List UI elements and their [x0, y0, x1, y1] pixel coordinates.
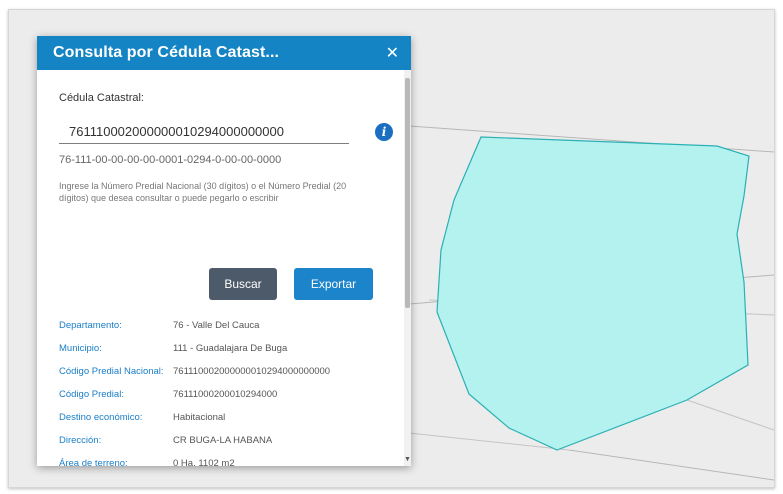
attribute-key: Destino económico:: [59, 412, 143, 423]
scrollbar-thumb[interactable]: [405, 78, 410, 308]
attribute-row: Código Predial Nacional: 761110002000000…: [59, 366, 389, 378]
panel-header: Consulta por Cédula Catast... ✕: [37, 36, 411, 70]
buscar-button[interactable]: Buscar: [209, 268, 277, 300]
consulta-panel: Consulta por Cédula Catast... ✕ Cédula C…: [37, 36, 411, 466]
info-icon[interactable]: i: [375, 123, 393, 141]
attribute-value: 76 - Valle Del Cauca: [173, 320, 260, 331]
exportar-button[interactable]: Exportar: [294, 268, 373, 300]
attribute-key: Código Predial:: [59, 389, 124, 400]
scroll-down-icon[interactable]: ▼: [404, 456, 411, 464]
parcel-boundary-line: [686, 399, 774, 431]
cedula-label: Cédula Catastral:: [59, 92, 144, 104]
attribute-key: Municipio:: [59, 343, 102, 354]
attribute-row: Área de terreno: 0 Ha, 1102 m2: [59, 458, 389, 466]
instructions-text: Ingrese la Número Predial Nacional (30 d…: [59, 181, 347, 203]
attribute-key: Área de terreno:: [59, 458, 128, 466]
attribute-key: Dirección:: [59, 435, 102, 446]
panel-scrollbar[interactable]: ▼: [404, 70, 411, 466]
cedula-input[interactable]: [59, 120, 349, 144]
attribute-value: CR BUGA-LA HABANA: [173, 435, 273, 446]
cedula-input-row: i: [59, 120, 393, 146]
attribute-row: Dirección: CR BUGA-LA HABANA: [59, 435, 389, 447]
attribute-row: Departamento: 76 - Valle Del Cauca: [59, 320, 389, 332]
attribute-list: Departamento: 76 - Valle Del Cauca Munic…: [59, 320, 389, 466]
attribute-row: Municipio: 111 - Guadalajara De Buga: [59, 343, 389, 355]
attribute-value: 761110002000000010294000000000: [173, 366, 331, 377]
attribute-key: Departamento:: [59, 320, 122, 331]
panel-title: Consulta por Cédula Catast...: [53, 44, 280, 61]
attribute-row: Código Predial: 76111000200010294000: [59, 389, 389, 401]
attribute-row: Destino económico: Habitacional: [59, 412, 389, 424]
attribute-value: 111 - Guadalajara De Buga: [173, 343, 288, 354]
close-icon[interactable]: ✕: [386, 43, 399, 63]
selected-parcel[interactable]: [436, 136, 750, 451]
attribute-value: 76111000200010294000: [173, 389, 278, 400]
panel-body: Cédula Catastral: i 76-111-00-00-00-00-0…: [37, 70, 411, 466]
attribute-value: Habitacional: [173, 412, 226, 423]
attribute-key: Código Predial Nacional:: [59, 366, 164, 377]
attribute-value: 0 Ha, 1102 m2: [173, 458, 235, 466]
parcel-boundary-line: [568, 449, 774, 481]
formatted-cedula: 76-111-00-00-00-00-0001-0294-0-00-00-000…: [59, 154, 282, 166]
